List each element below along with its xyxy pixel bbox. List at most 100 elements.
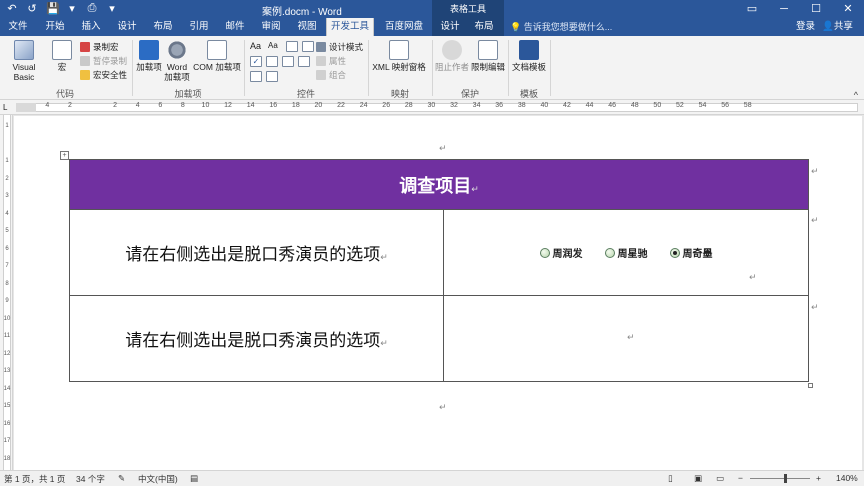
radio-button-selected-icon[interactable] [669,247,680,258]
tab-references[interactable]: 引用 [184,18,214,36]
print-layout-icon[interactable]: ▣ [694,473,702,484]
addins-button[interactable]: 加载项 [136,40,162,72]
repeating-section-control-icon[interactable] [250,71,262,82]
dropdown-icon[interactable]: ▾ [66,2,78,15]
table-move-handle[interactable]: + [60,151,69,160]
minimize-button[interactable]: ─ [768,0,800,18]
radio-group: 周润发 周星驰 周奇墨 [444,245,808,260]
radio-button-icon[interactable] [539,247,550,258]
document-page[interactable]: + ↵ 调查项目↵ 请在右侧选出是脱口秀演员的选项↵ 周润发 周星驰 周奇墨 ↵… [14,116,862,470]
dropdown-list-control-icon[interactable] [282,56,294,67]
document-template-button[interactable]: 文档模板 [510,40,548,72]
radio-option[interactable]: 周星驰 [604,245,648,260]
customize-qat-icon[interactable]: ▾ [106,2,118,15]
checkbox-control-icon[interactable]: ✓ [250,56,262,67]
pause-recording-button[interactable]: 暂停录制 [80,55,127,67]
radio-button-icon[interactable] [604,247,615,258]
undo-icon[interactable]: ↶ [6,2,18,15]
ruler-number: 22 [337,102,345,109]
radio-option[interactable]: 周奇墨 [669,245,713,260]
tab-developer[interactable]: 开发工具 [326,18,374,36]
proofing-icon[interactable]: ✎ [118,473,125,484]
tab-mailings[interactable]: 邮件 [220,18,250,36]
properties-button[interactable]: 属性 [316,55,346,67]
block-authors-button[interactable]: 阻止作者 [434,40,470,72]
status-bar: 第 1 页，共 1 页 34 个字 ✎ 中文(中国) ▤ ▯ ▣ ▭ − + 1… [0,470,864,486]
tab-home[interactable]: 开始 [40,18,70,36]
record-macro-button[interactable]: 录制宏 [80,41,119,53]
web-layout-icon[interactable]: ▭ [716,473,724,484]
macro-recording-icon[interactable]: ▤ [190,473,198,484]
zoom-level[interactable]: 140% [836,473,858,483]
vertical-ruler-number: 1 [5,123,9,129]
ruler-number: 2 [67,102,72,109]
tab-file[interactable]: 文件 [4,18,32,36]
design-mode-button[interactable]: 设计模式 [316,41,363,53]
vertical-ruler-number: 11 [3,333,11,339]
picture-control-icon[interactable] [286,41,298,52]
answer-cell[interactable]: ↵ [443,295,809,382]
word-addins-button[interactable]: Word 加载项 [162,40,192,82]
maximize-button[interactable]: ☐ [800,0,832,18]
date-picker-control-icon[interactable] [298,56,310,67]
word-addins-label: Word 加载项 [164,62,190,82]
table-row: 请在右侧选出是脱口秀演员的选项↵ 周润发 周星驰 周奇墨 ↵ [69,209,809,296]
plain-text-control-icon[interactable]: Aa [268,41,282,52]
redo-icon[interactable]: ↺ [26,2,38,15]
rich-text-control-icon[interactable]: Aa [250,41,264,52]
combo-box-control-icon[interactable] [266,56,278,67]
question-cell[interactable]: 请在右侧选出是脱口秀演员的选项↵ [69,295,444,382]
tab-baidu-netdisk[interactable]: 百度网盘 [380,18,428,36]
table-resize-handle[interactable] [808,383,813,388]
collapse-ribbon-icon[interactable]: ^ [854,90,858,100]
horizontal-ruler[interactable]: L 4 2 2 4 6 8 10 12 14 16 18 20 22 24 26 28 30 32 34 36 38 40… [0,100,864,115]
tab-design[interactable]: 设计 [112,18,142,36]
legacy-tools-icon[interactable] [266,71,278,82]
tell-me-box[interactable]: 💡 告诉我您想要做什么... [510,18,612,36]
close-button[interactable]: ✕ [832,0,864,18]
visual-basic-button[interactable]: Visual Basic [2,40,46,82]
block-authors-label: 阻止作者 [434,62,469,72]
tab-layout[interactable]: 布局 [148,18,178,36]
table-header-text: 调查项目 [399,175,472,197]
survey-table[interactable]: 调查项目↵ 请在右侧选出是脱口秀演员的选项↵ 周润发 周星驰 周奇墨 ↵ 请在右… [69,159,809,382]
share-button[interactable]: 👤共享 [822,18,853,36]
ribbon-display-options-icon[interactable]: ▭ [736,0,768,18]
quick-access-toolbar: ↶ ↺ 💾 ▾ ⎙ ▾ [6,2,118,15]
read-mode-icon[interactable]: ▯ [668,473,673,484]
com-addins-button[interactable]: COM 加载项 [192,40,242,72]
tab-view[interactable]: 视图 [292,18,322,36]
lightbulb-icon: 💡 [510,22,522,32]
sign-in-link[interactable]: 登录 [796,18,815,36]
zoom-in-icon[interactable]: + [816,473,821,483]
tab-insert[interactable]: 插入 [76,18,106,36]
word-count[interactable]: 34 个字 [76,473,105,485]
radio-option[interactable]: 周润发 [539,245,583,260]
zoom-out-icon[interactable]: − [738,473,743,483]
document-area[interactable]: + ↵ 调查项目↵ 请在右侧选出是脱口秀演员的选项↵ 周润发 周星驰 周奇墨 ↵… [14,116,864,470]
question-cell[interactable]: 请在右侧选出是脱口秀演员的选项↵ [69,209,444,296]
zoom-slider-thumb[interactable] [784,474,787,483]
zoom-slider-track[interactable] [750,478,810,479]
tab-table-layout[interactable]: 布局 [470,18,498,36]
vertical-ruler[interactable]: 1 1 2 3 4 5 6 7 8 9 10 11 12 13 14 15 16 17 18 [0,115,13,470]
tab-selector-icon[interactable]: L [3,103,7,112]
tab-table-design[interactable]: 设计 [436,18,464,36]
xml-mapping-pane-button[interactable]: XML 映射窗格 [370,40,428,72]
ruler-number: 6 [158,102,163,109]
language[interactable]: 中文(中国) [138,473,178,485]
save-icon[interactable]: 💾 [46,2,60,15]
table-header-cell[interactable]: 调查项目↵ [69,159,809,210]
building-block-control-icon[interactable] [302,41,314,52]
table-tools-context-label: 表格工具 [432,0,504,18]
person-icon: 👤 [822,21,834,32]
restrict-editing-button[interactable]: 限制编辑 [470,40,506,72]
page-count[interactable]: 第 1 页，共 1 页 [4,473,65,485]
macros-button[interactable]: 宏 [50,40,74,72]
print-preview-icon[interactable]: ⎙ [86,2,98,15]
tab-review[interactable]: 审阅 [256,18,286,36]
group-button[interactable]: 组合 [316,69,346,81]
document-template-label: 文档模板 [511,62,546,72]
answer-cell[interactable]: 周润发 周星驰 周奇墨 ↵ [443,209,809,296]
macro-security-button[interactable]: 宏安全性 [80,69,127,81]
